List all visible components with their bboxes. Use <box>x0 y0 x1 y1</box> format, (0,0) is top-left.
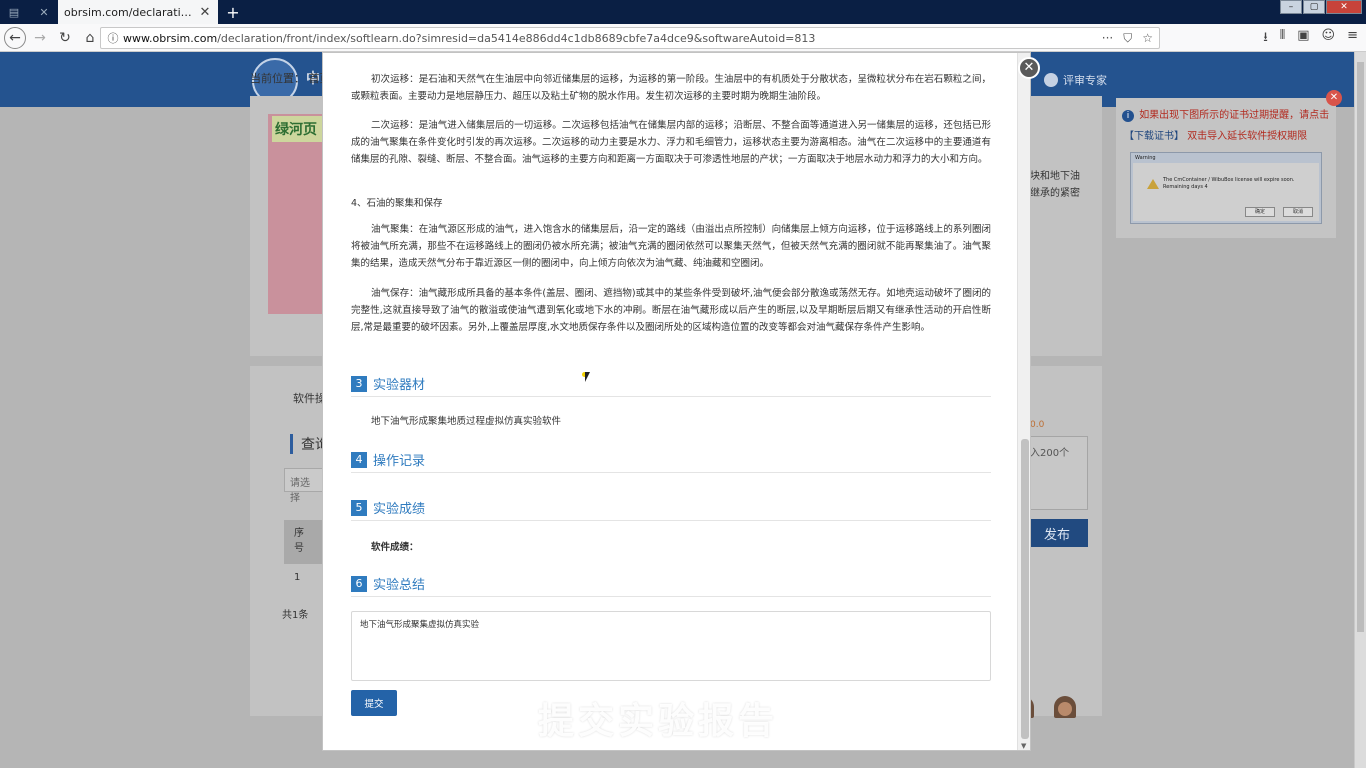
side-text-line: 块和地下油 <box>1030 171 1080 182</box>
notice-close-icon[interactable]: ✕ <box>1326 90 1342 106</box>
warning-body: The CmContainer / WibuBox license will e… <box>1133 163 1319 221</box>
rating-value: 0.0 <box>1030 420 1045 430</box>
new-tab-button[interactable]: + <box>222 0 244 24</box>
browser-nav-bar: ← → ↻ ⌂ ⓘ www.obrsim.com/declaration/fro… <box>0 24 1366 52</box>
browser-tab-active[interactable]: obrsim.com/declaration/front/in ✕ <box>58 0 218 24</box>
warning-cancel-button: 取消 <box>1283 207 1313 217</box>
experiment-report-modal: 初次运移：是石油和天然气在生油层中向邻近储集层的运移，为运移的第一阶段。生油层中… <box>322 52 1031 751</box>
paragraph-secondary-migration: 二次运移：是油气进入储集层后的一切运移。二次运移包括油气在储集层内部的运移；沿断… <box>351 120 991 166</box>
publish-button[interactable]: 发布 <box>1026 519 1088 547</box>
section-title: 实验器材 <box>373 378 426 393</box>
toolbar-icons: ⭳ ⫴ ▣ ☺ ≡ <box>1263 28 1358 50</box>
section-number: 6 <box>351 575 367 592</box>
modal-scrollbar[interactable]: ▼ <box>1017 53 1030 750</box>
url-domain: www.obrsim.com <box>123 31 218 45</box>
minimize-button[interactable]: – <box>1280 0 1302 14</box>
software-score-label: 软件成绩： <box>371 542 419 553</box>
page-actions-icon[interactable]: ··· <box>1102 31 1113 46</box>
url-path: /declaration/front/index/softlearn.do?si… <box>217 31 816 45</box>
submit-button[interactable]: 提交 <box>351 690 397 716</box>
notice-line2: 【下载证书】 双击导入延长软件授权期限 <box>1124 127 1307 142</box>
mouse-cursor-icon <box>585 372 590 382</box>
section-summary: 6 实验总结 <box>351 571 991 597</box>
section-score: 5 实验成绩 <box>351 495 991 521</box>
scroll-down-arrow-icon[interactable]: ▼ <box>1021 742 1026 750</box>
warning-dialog-screenshot: Warning The CmContainer / WibuBox licens… <box>1130 152 1322 224</box>
info-icon[interactable]: ⓘ <box>107 27 119 49</box>
page-scrollbar[interactable] <box>1354 52 1366 768</box>
library-icon[interactable]: ⫴ <box>1280 28 1285 50</box>
maximize-button[interactable]: ▢ <box>1303 0 1325 14</box>
paragraph-preservation: 油气保存：油气藏形成所具备的基本条件(盖层、圈闭、遮挡物)或其中的某些条件受到破… <box>351 288 991 334</box>
char-limit-hint: 入200个 <box>1030 448 1070 459</box>
sidebar-icon[interactable]: ▣ <box>1297 28 1309 50</box>
info-circle-icon: i <box>1122 110 1134 122</box>
pocket-icon[interactable]: ⛉ <box>1123 31 1132 46</box>
menu-icon[interactable]: ≡ <box>1347 28 1358 50</box>
home-icon[interactable]: ⌂ <box>79 27 101 49</box>
expert-link[interactable]: 评审专家 <box>1044 72 1107 88</box>
section-title: 实验总结 <box>373 578 426 593</box>
side-text-line: 继承的紧密 <box>1030 188 1080 199</box>
address-bar[interactable]: ⓘ www.obrsim.com/declaration/front/index… <box>100 27 1160 49</box>
section-number: 4 <box>351 451 367 468</box>
account-icon[interactable]: ☺ <box>1322 28 1336 50</box>
book-title: 绿河页 <box>272 116 322 142</box>
summary-textarea[interactable]: 地下油气形成聚集虚拟仿真实验 <box>351 611 991 681</box>
book-cover-image <box>268 114 324 314</box>
window-close-button[interactable]: ✕ <box>1326 0 1362 14</box>
tab-title: obrsim.com/declaration/front/in <box>64 5 198 19</box>
url-actions: ··· ⛉ ☆ <box>1102 31 1153 46</box>
pinned-tab-2[interactable]: ✕ <box>30 0 58 24</box>
section-equipment: 3 实验器材 <box>351 371 991 397</box>
user-icon <box>1044 73 1058 87</box>
pinned-tab-1[interactable]: ▤ <box>0 0 28 24</box>
notice-text: i 如果出现下图所示的证书过期提醒，请点击 <box>1122 106 1329 122</box>
reload-icon[interactable]: ↻ <box>54 27 76 49</box>
tab-close-icon[interactable]: ✕ <box>198 5 212 20</box>
section-number: 5 <box>351 499 367 516</box>
section-number: 3 <box>351 375 367 392</box>
paragraph-accumulation: 油气聚集：在油气源区形成的油气，进入饱含水的储集层后，沿一定的路线（由溢出点所控… <box>351 224 991 270</box>
browser-tab-bar: ▤ ✕ obrsim.com/declaration/front/in ✕ + … <box>0 0 1366 24</box>
avatar <box>1054 696 1076 718</box>
breadcrumb: 当前位置： 首页 <box>250 72 331 85</box>
subheading-accumulation: 4、石油的聚集和保存 <box>351 198 443 209</box>
warning-text: The CmContainer / WibuBox license will e… <box>1163 177 1295 190</box>
warning-title: Warning <box>1135 155 1156 161</box>
page-scrollbar-thumb[interactable] <box>1357 62 1364 632</box>
forward-arrow-icon[interactable]: → <box>29 27 51 49</box>
notice-line1: 如果出现下图所示的证书过期提醒，请点击 <box>1139 110 1330 121</box>
warning-ok-button: 确定 <box>1245 207 1275 217</box>
back-arrow-icon[interactable]: ← <box>4 26 26 49</box>
bookmark-star-icon[interactable]: ☆ <box>1142 31 1153 46</box>
section-operation-record: 4 操作记录 <box>351 447 991 473</box>
table-cell-index: 1 <box>294 572 301 583</box>
total-count-label: 共1条 <box>282 610 309 621</box>
window-controls: – ▢ ✕ <box>1280 0 1362 14</box>
side-text: 块和地下油 继承的紧密 <box>1030 168 1080 202</box>
select-dropdown[interactable]: 请选择 <box>284 468 324 504</box>
section-title: 实验成绩 <box>373 502 426 517</box>
url-text: www.obrsim.com/declaration/front/index/s… <box>123 32 1102 45</box>
section-title: 操作记录 <box>373 454 426 469</box>
modal-scrollbar-thumb[interactable] <box>1021 439 1029 739</box>
expert-label: 评审专家 <box>1063 74 1107 87</box>
downloads-icon[interactable]: ⭳ <box>1263 28 1268 50</box>
table-header-index: 序号 <box>284 520 322 564</box>
warning-triangle-icon <box>1147 179 1159 189</box>
notice-line2-text: 双击导入延长软件授权期限 <box>1187 131 1308 142</box>
video-caption: 提交实验报告 <box>538 700 779 742</box>
equipment-text: 地下油气形成聚集地质过程虚拟仿真实验软件 <box>371 416 562 427</box>
modal-close-button[interactable]: ✕ <box>1018 57 1040 79</box>
paragraph-primary-migration: 初次运移：是石油和天然气在生油层中向邻近储集层的运移，为运移的第一阶段。生油层中… <box>351 74 991 103</box>
download-certificate-link[interactable]: 【下载证书】 <box>1124 131 1184 142</box>
